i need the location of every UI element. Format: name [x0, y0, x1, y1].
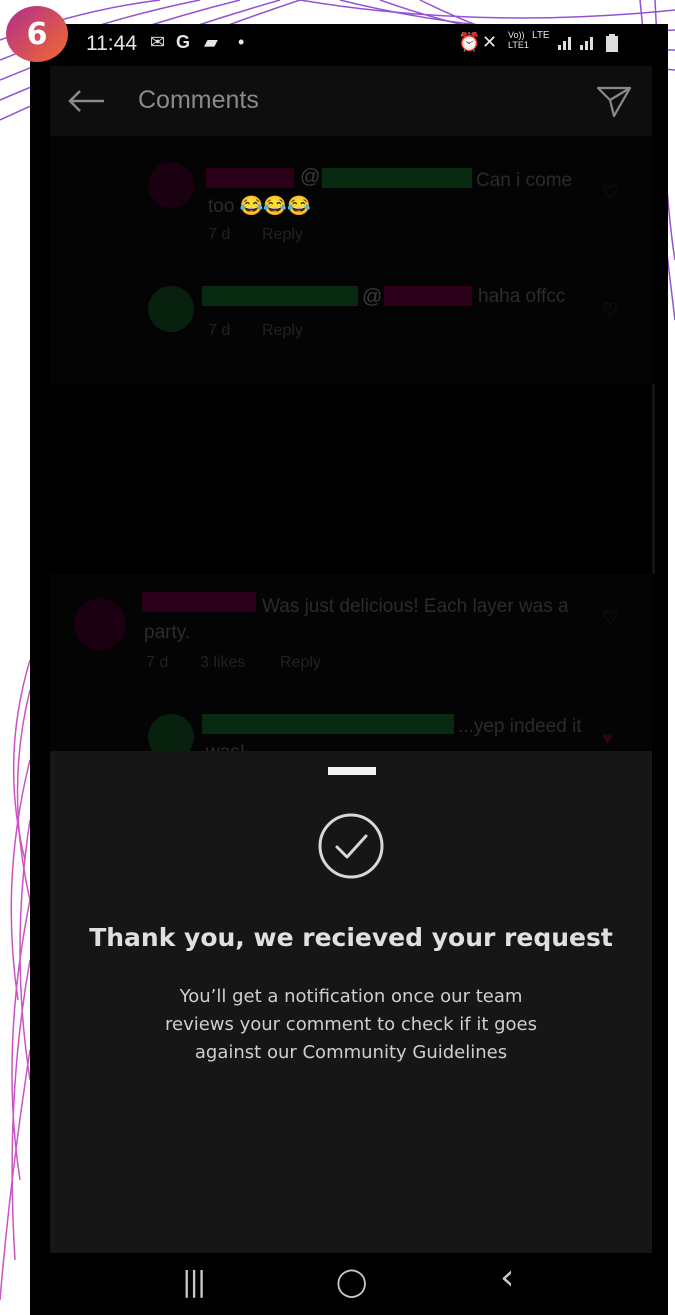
- confirmation-title: Thank you, we recieved your request: [89, 923, 613, 952]
- system-navigation-bar: ||| ◯ ‹: [30, 1253, 668, 1315]
- comment-text: Can i come too 😂😂😂: [208, 170, 573, 217]
- heart-icon[interactable]: ♡: [602, 182, 618, 203]
- recents-button[interactable]: |||: [182, 1265, 206, 1298]
- reply-button[interactable]: Reply: [280, 654, 321, 672]
- comments-header: Comments: [50, 66, 652, 136]
- like-count[interactable]: 3 likes: [200, 654, 245, 672]
- message-icon: ✉: [150, 32, 166, 52]
- back-arrow-icon[interactable]: [66, 88, 106, 114]
- comments-list: @ Can i come too 😂😂😂 7 d Reply ♡ @ haha …: [50, 136, 655, 776]
- volte-icon: Vo)) LTE1: [508, 30, 529, 50]
- avatar[interactable]: [148, 286, 194, 332]
- comment-time: 7 d: [146, 654, 169, 671]
- send-icon[interactable]: [596, 84, 632, 118]
- reply-button[interactable]: Reply: [262, 226, 303, 244]
- confirmation-message: You’ll get a notification once our team …: [164, 986, 537, 1063]
- heart-icon[interactable]: ♡: [602, 608, 618, 629]
- status-time: 11:44: [86, 32, 137, 55]
- back-button[interactable]: ‹: [500, 1257, 514, 1298]
- redacted-username: [202, 286, 358, 306]
- comment-time: 7 d: [208, 226, 231, 243]
- comment-text: Was just delicious! Each layer was a par…: [144, 596, 569, 643]
- comment-text: haha offcc: [478, 286, 566, 307]
- dot-icon: •: [238, 32, 245, 52]
- reply-button[interactable]: Reply: [262, 322, 303, 340]
- alarm-icon: ⏰: [458, 32, 481, 52]
- confirmation-sheet: Thank you, we recieved your request You’…: [50, 751, 652, 1253]
- signal-icon: [580, 37, 593, 50]
- avatar[interactable]: [148, 162, 194, 208]
- google-icon: G: [176, 32, 191, 52]
- step-number-badge: 6: [6, 6, 68, 62]
- redacted-mention: [384, 286, 472, 306]
- comment-time: 7 d: [208, 322, 231, 339]
- heart-icon[interactable]: ♡: [602, 300, 618, 321]
- heart-icon[interactable]: ♥: [602, 728, 613, 749]
- check-circle-icon: [318, 813, 384, 879]
- hidden-region: [50, 384, 655, 574]
- lte-icon: LTE: [532, 30, 550, 41]
- chat-icon: ▰: [204, 32, 218, 52]
- phone-screen: 11:44 ✉ G ▰ • ⏰ ✕ Vo)) LTE1 LTE Comments: [30, 24, 668, 1315]
- page-title: Comments: [138, 86, 259, 114]
- mute-icon: ✕: [482, 32, 498, 52]
- avatar[interactable]: [74, 598, 126, 650]
- drag-handle[interactable]: [328, 767, 376, 775]
- signal-icon: [558, 37, 571, 50]
- status-bar: 11:44 ✉ G ▰ • ⏰ ✕ Vo)) LTE1 LTE: [30, 24, 668, 64]
- battery-icon: [606, 34, 618, 52]
- mention-icon: @: [362, 286, 383, 308]
- home-button[interactable]: ◯: [336, 1265, 367, 1298]
